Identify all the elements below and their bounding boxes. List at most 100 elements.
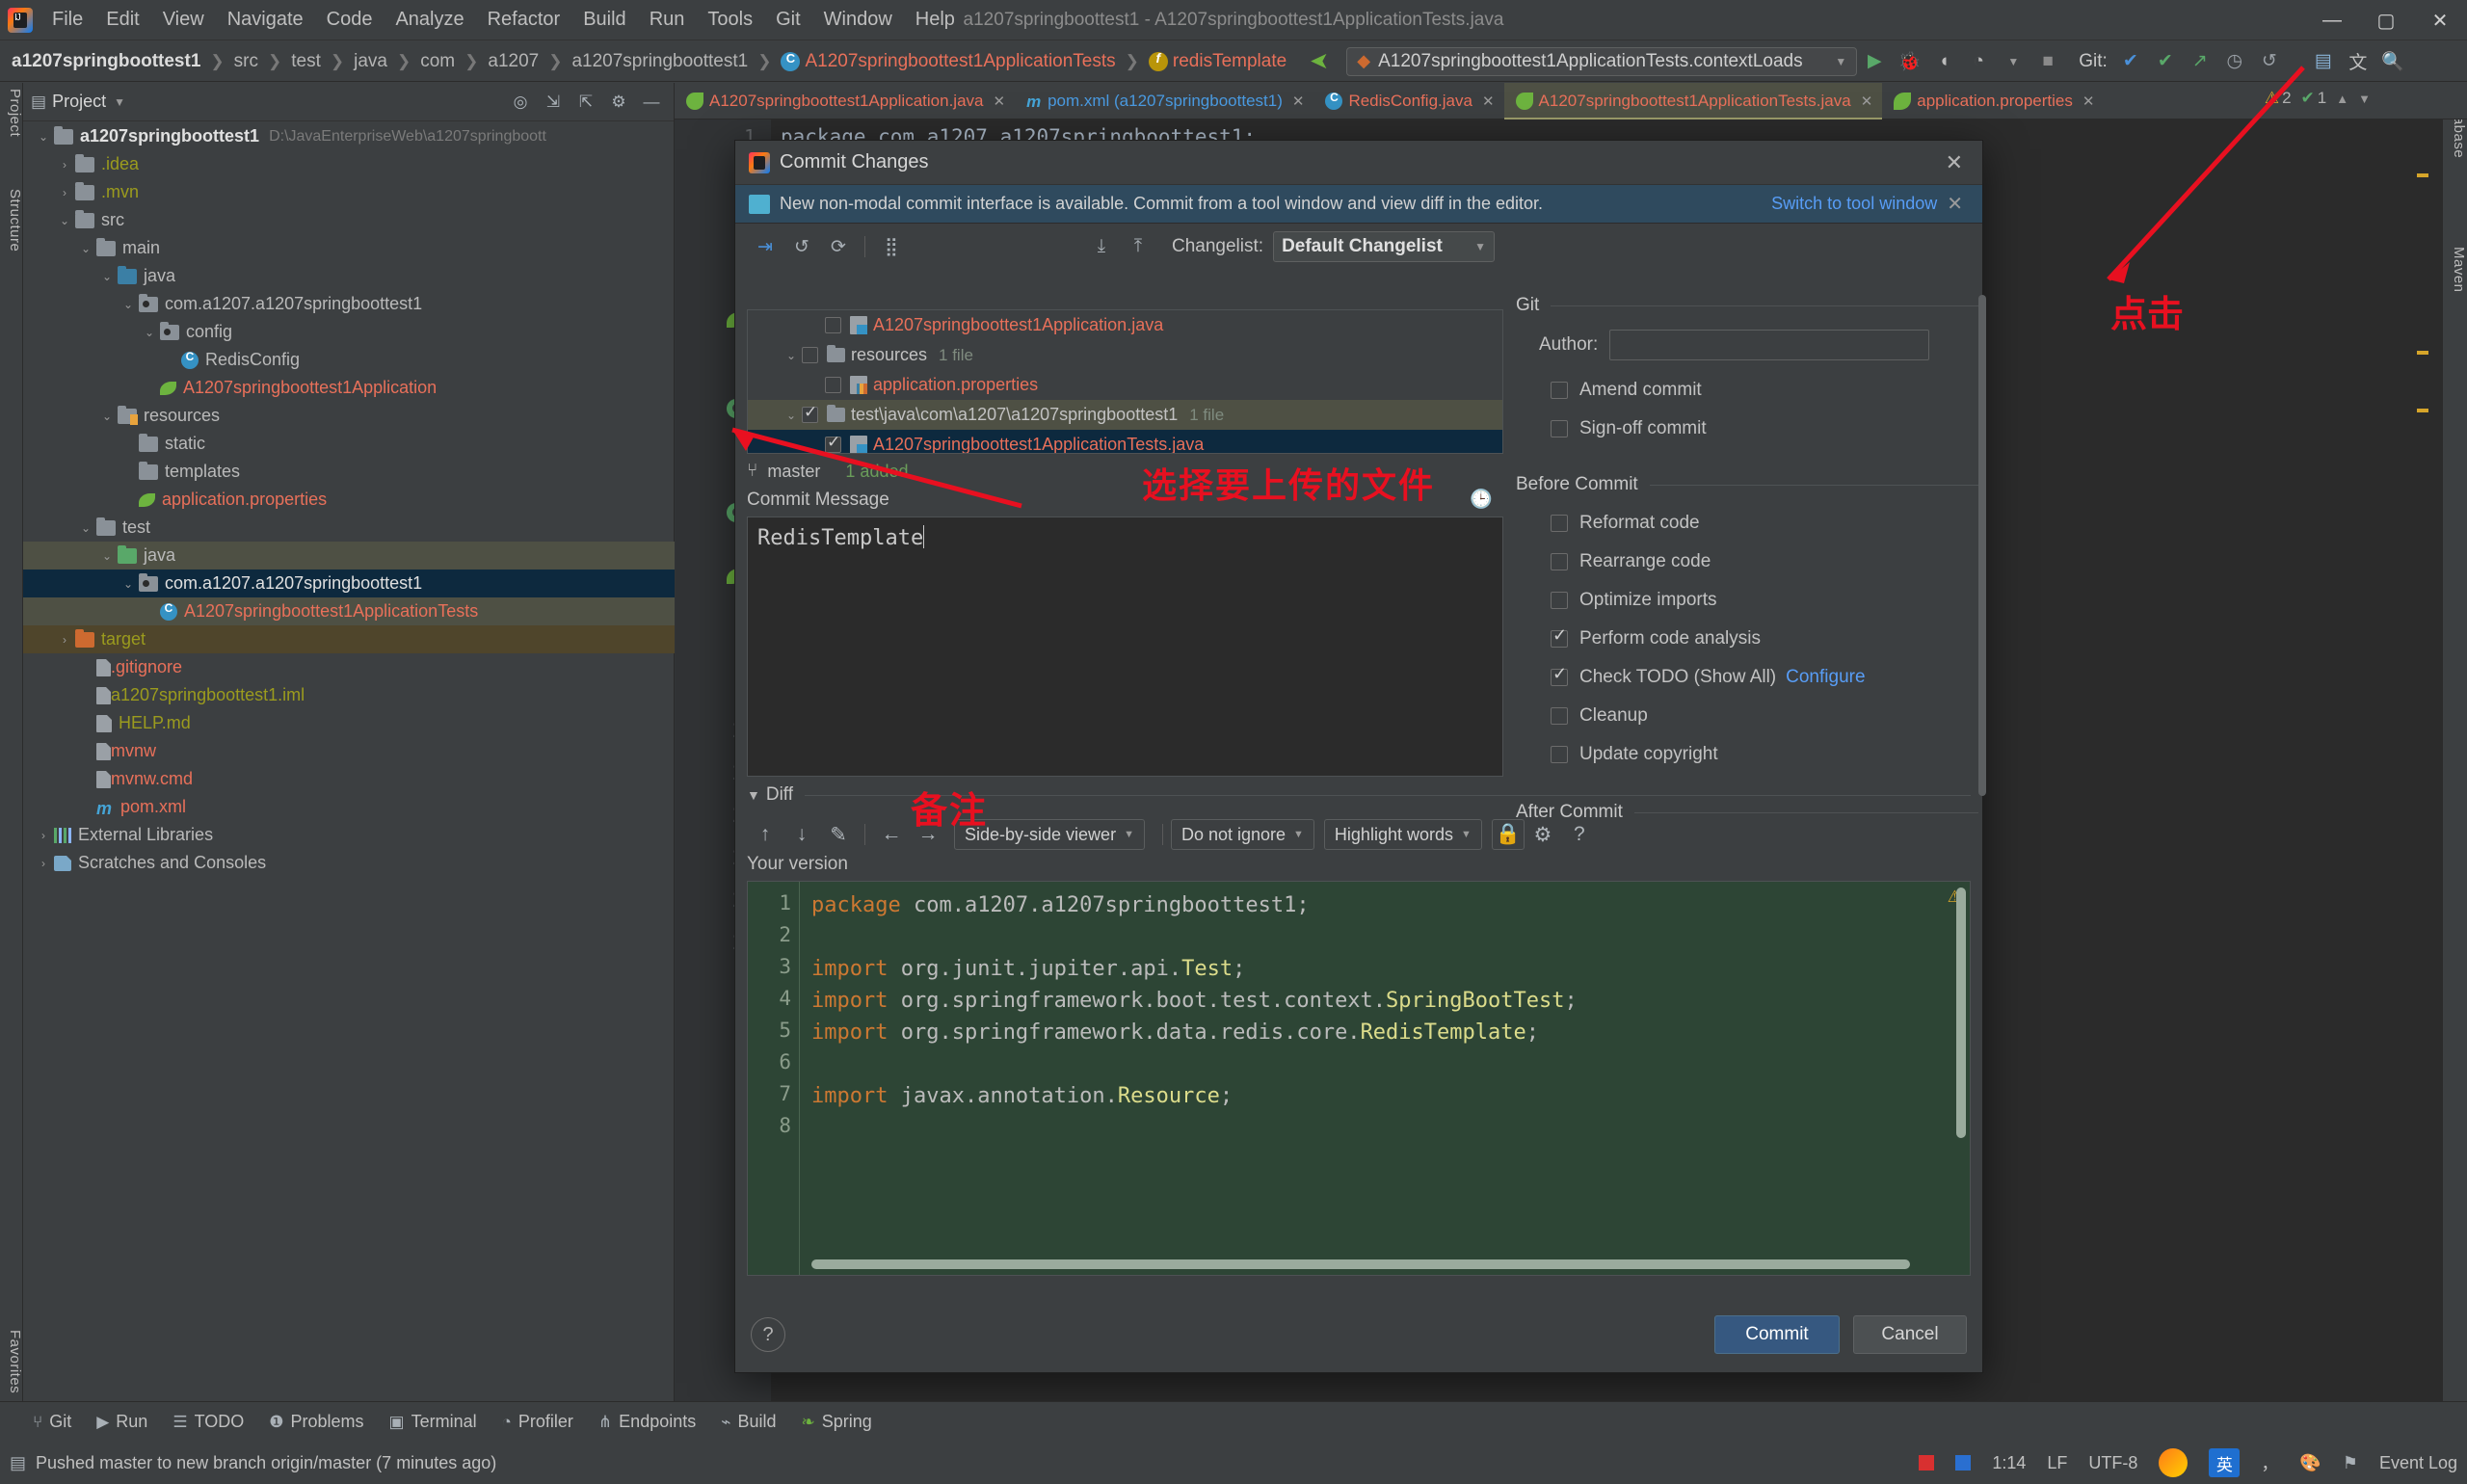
breadcrumb-field[interactable]: redisTemplate	[1173, 51, 1287, 72]
checkbox[interactable]	[1551, 630, 1568, 648]
sign-off-commit-checkbox[interactable]: Sign-off commit	[1551, 414, 1978, 443]
file-checkbox[interactable]	[802, 347, 818, 363]
close-icon[interactable]: ✕	[1861, 93, 1873, 110]
translate-icon[interactable]: 文	[2341, 45, 2375, 78]
project-tree-row[interactable]: HELP.md	[23, 709, 675, 737]
chevron-down-icon[interactable]: ▼	[2358, 92, 2371, 106]
file-checkbox[interactable]	[825, 377, 841, 393]
menu-build[interactable]: Build	[571, 7, 637, 33]
ime-language-indicator[interactable]: 英	[2209, 1448, 2240, 1477]
menu-file[interactable]: File	[40, 7, 94, 33]
project-tree-row[interactable]: ›target	[23, 625, 675, 653]
rearrange-code-checkbox[interactable]: Rearrange code	[1551, 547, 1978, 576]
chevron-down-icon[interactable]: ▼	[1996, 45, 2030, 78]
perform-code-analysis-checkbox[interactable]: Perform code analysis	[1551, 624, 1978, 653]
project-tree-row[interactable]: mpom.xml	[23, 793, 675, 821]
update-copyright-checkbox[interactable]: Update copyright	[1551, 740, 1978, 769]
project-tree-row[interactable]: ⌄java	[23, 542, 675, 570]
checkbox[interactable]	[1551, 592, 1568, 609]
tool-tab-project[interactable]: Project	[0, 89, 23, 137]
file-checkbox[interactable]	[825, 437, 841, 453]
tab-application-properties[interactable]: application.properties ✕	[1882, 83, 2104, 119]
tool-window-profiler[interactable]: ◔Profiler	[502, 1412, 573, 1432]
search-icon[interactable]: 🔍	[2375, 45, 2410, 78]
project-tree-row[interactable]: A1207springboottest1Application	[23, 374, 675, 402]
options-scrollbar[interactable]	[1978, 295, 1986, 796]
tab-a1207springboottest1application[interactable]: A1207springboottest1Application.java ✕	[675, 83, 1015, 119]
chevron-down-icon[interactable]: ⌄	[54, 214, 75, 227]
menu-view[interactable]: View	[151, 7, 216, 33]
ignore-mode-dropdown[interactable]: Do not ignore ▼	[1171, 819, 1314, 850]
collapse-all-icon[interactable]: ⇱	[571, 88, 600, 117]
close-button[interactable]: ✕	[2413, 0, 2467, 40]
chevron-right-icon[interactable]: ›	[33, 857, 54, 870]
edit-source-icon[interactable]: ✎	[820, 818, 857, 851]
checkbox[interactable]	[1551, 420, 1568, 437]
tool-window-todo[interactable]: ☰TODO	[172, 1412, 244, 1432]
breadcrumb-test[interactable]: test	[291, 51, 321, 72]
chevron-down-icon[interactable]: ⌄	[75, 521, 96, 535]
hide-panel-icon[interactable]: —	[637, 88, 666, 117]
git-update-icon[interactable]: ✔	[2113, 45, 2148, 78]
close-icon[interactable]: ✕	[1482, 93, 1495, 110]
event-log-label[interactable]: Event Log	[2379, 1453, 2457, 1473]
sogou-ime-icon[interactable]	[2159, 1448, 2188, 1477]
git-push-icon[interactable]: ↗	[2183, 45, 2217, 78]
breadcrumb-a1207[interactable]: a1207	[488, 51, 539, 72]
breadcrumb-com[interactable]: com	[420, 51, 455, 72]
breadcrumb-src[interactable]: src	[234, 51, 258, 72]
project-tree-row[interactable]: ⌄main	[23, 234, 675, 262]
project-tree-row[interactable]: ›.idea	[23, 150, 675, 178]
commit-file-row[interactable]: ⌄resources1 file	[748, 340, 1502, 370]
chevron-down-icon[interactable]: ▼	[114, 95, 125, 109]
project-tree-row[interactable]: mvnw.cmd	[23, 765, 675, 793]
chevron-down-icon[interactable]: ⌄	[96, 549, 118, 563]
menu-analyze[interactable]: Analyze	[384, 7, 475, 33]
tool-tab-structure[interactable]: Structure	[0, 189, 23, 252]
cleanup-checkbox[interactable]: Cleanup	[1551, 702, 1978, 730]
chevron-right-icon[interactable]: ›	[33, 829, 54, 842]
menu-edit[interactable]: Edit	[94, 7, 150, 33]
checkbox[interactable]	[1551, 707, 1568, 725]
maximize-button[interactable]: ▢	[2359, 0, 2413, 40]
next-difference-icon[interactable]: ↓	[783, 818, 820, 851]
menu-help[interactable]: Help	[904, 7, 967, 33]
menu-git[interactable]: Git	[764, 7, 812, 33]
show-diff-icon[interactable]: ⇥	[747, 230, 783, 263]
file-checkbox[interactable]	[825, 317, 841, 333]
project-tree-row[interactable]: templates	[23, 458, 675, 486]
file-checkbox[interactable]	[802, 407, 818, 423]
banner-close-icon[interactable]: ✕	[1937, 192, 1973, 216]
breadcrumb-class[interactable]: A1207springboottest1ApplicationTests	[805, 51, 1115, 72]
diff-horizontal-scrollbar[interactable]	[811, 1259, 1910, 1269]
revert-icon[interactable]: ↺	[783, 230, 820, 263]
chevron-down-icon[interactable]: ⌄	[96, 410, 118, 423]
checkbox[interactable]	[1551, 382, 1568, 399]
file-encoding[interactable]: UTF-8	[2088, 1453, 2137, 1473]
project-tree-row[interactable]: ›External Libraries	[23, 821, 675, 849]
changed-files-tree[interactable]: A1207springboottest1Application.java⌄res…	[747, 309, 1503, 454]
chevron-right-icon[interactable]: ›	[54, 186, 75, 199]
close-icon[interactable]: ✕	[993, 93, 1005, 110]
commit-message-input[interactable]: RedisTemplate	[747, 517, 1503, 777]
tab-pom-xml[interactable]: m pom.xml (a1207springboottest1) ✕	[1015, 83, 1313, 119]
help-button[interactable]: ?	[751, 1317, 785, 1352]
build-hammer-icon[interactable]: ➤	[1310, 47, 1329, 75]
chevron-right-icon[interactable]: ›	[54, 633, 75, 647]
project-tree-row[interactable]: ⌄com.a1207.a1207springboottest1	[23, 570, 675, 597]
project-tree-row[interactable]: ⌄java	[23, 262, 675, 290]
project-tree-row[interactable]: ›.mvn	[23, 178, 675, 206]
tool-window-problems[interactable]: ❶Problems	[269, 1412, 363, 1432]
chevron-down-icon[interactable]: ▼	[747, 787, 760, 803]
project-tree-row[interactable]: application.properties	[23, 486, 675, 514]
tool-window-git[interactable]: ⑂Git	[33, 1412, 71, 1432]
commit-file-row[interactable]: application.properties	[748, 370, 1502, 400]
chevron-down-icon[interactable]: ⌄	[118, 577, 139, 591]
caret-position[interactable]: 1:14	[1992, 1453, 2026, 1473]
undo-icon[interactable]: ↺	[2252, 45, 2287, 78]
chevron-right-icon[interactable]: ›	[54, 158, 75, 172]
tool-window-build[interactable]: ⌁Build	[721, 1412, 776, 1432]
project-tree-row[interactable]: ⌄src	[23, 206, 675, 234]
settings-gear-icon[interactable]: ⚙	[604, 88, 633, 117]
menu-refactor[interactable]: Refactor	[476, 7, 572, 33]
